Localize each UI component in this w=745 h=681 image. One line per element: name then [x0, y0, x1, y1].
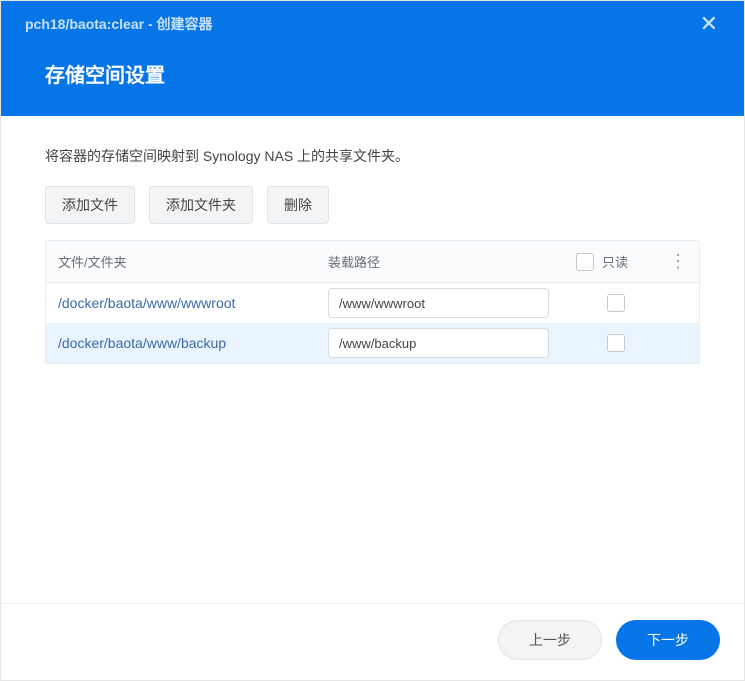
col-mount: 装载路径 [316, 252, 547, 271]
add-folder-button[interactable]: 添加文件夹 [149, 186, 253, 224]
add-file-button[interactable]: 添加文件 [45, 186, 135, 224]
folder-path: /docker/baota/www/backup [46, 335, 316, 351]
step-title: 存储空间设置 [1, 43, 744, 116]
mount-path-input[interactable] [328, 328, 549, 358]
column-menu-icon[interactable]: ⋮ [657, 251, 699, 272]
close-icon[interactable]: ✕ [694, 13, 724, 35]
create-container-dialog: pch18/baota:clear - 创建容器 ✕ 存储空间设置 将容器的存储… [0, 0, 745, 681]
col-readonly: 只读 [547, 252, 657, 271]
dialog-body: 将容器的存储空间映射到 Synology NAS 上的共享文件夹。 添加文件 添… [1, 116, 744, 603]
toolbar: 添加文件 添加文件夹 删除 [45, 186, 700, 224]
table-row[interactable]: /docker/baota/www/wwwroot [46, 283, 699, 323]
next-button[interactable]: 下一步 [616, 620, 720, 660]
dialog-title: pch18/baota:clear - 创建容器 [25, 14, 213, 34]
table-header: 文件/文件夹 装载路径 只读 ⋮ [46, 241, 699, 283]
volume-table: 文件/文件夹 装载路径 只读 ⋮ /docker/baota/www/wwwro… [45, 240, 700, 364]
dialog-footer: 上一步 下一步 [1, 603, 744, 680]
readonly-cell [561, 294, 671, 312]
delete-button[interactable]: 删除 [267, 186, 329, 224]
readonly-checkbox[interactable] [607, 294, 625, 312]
table-row[interactable]: /docker/baota/www/backup [46, 323, 699, 363]
prev-button[interactable]: 上一步 [498, 620, 602, 660]
col-readonly-label: 只读 [602, 252, 628, 271]
dialog-header: pch18/baota:clear - 创建容器 ✕ 存储空间设置 [1, 1, 744, 116]
mount-path-input[interactable] [328, 288, 549, 318]
readonly-checkbox[interactable] [607, 334, 625, 352]
step-description: 将容器的存储空间映射到 Synology NAS 上的共享文件夹。 [45, 146, 700, 166]
readonly-cell [561, 334, 671, 352]
titlebar: pch18/baota:clear - 创建容器 ✕ [1, 1, 744, 43]
folder-path: /docker/baota/www/wwwroot [46, 295, 316, 311]
readonly-all-checkbox[interactable] [576, 253, 594, 271]
mount-cell [316, 328, 561, 358]
col-folder: 文件/文件夹 [46, 252, 316, 271]
mount-cell [316, 288, 561, 318]
